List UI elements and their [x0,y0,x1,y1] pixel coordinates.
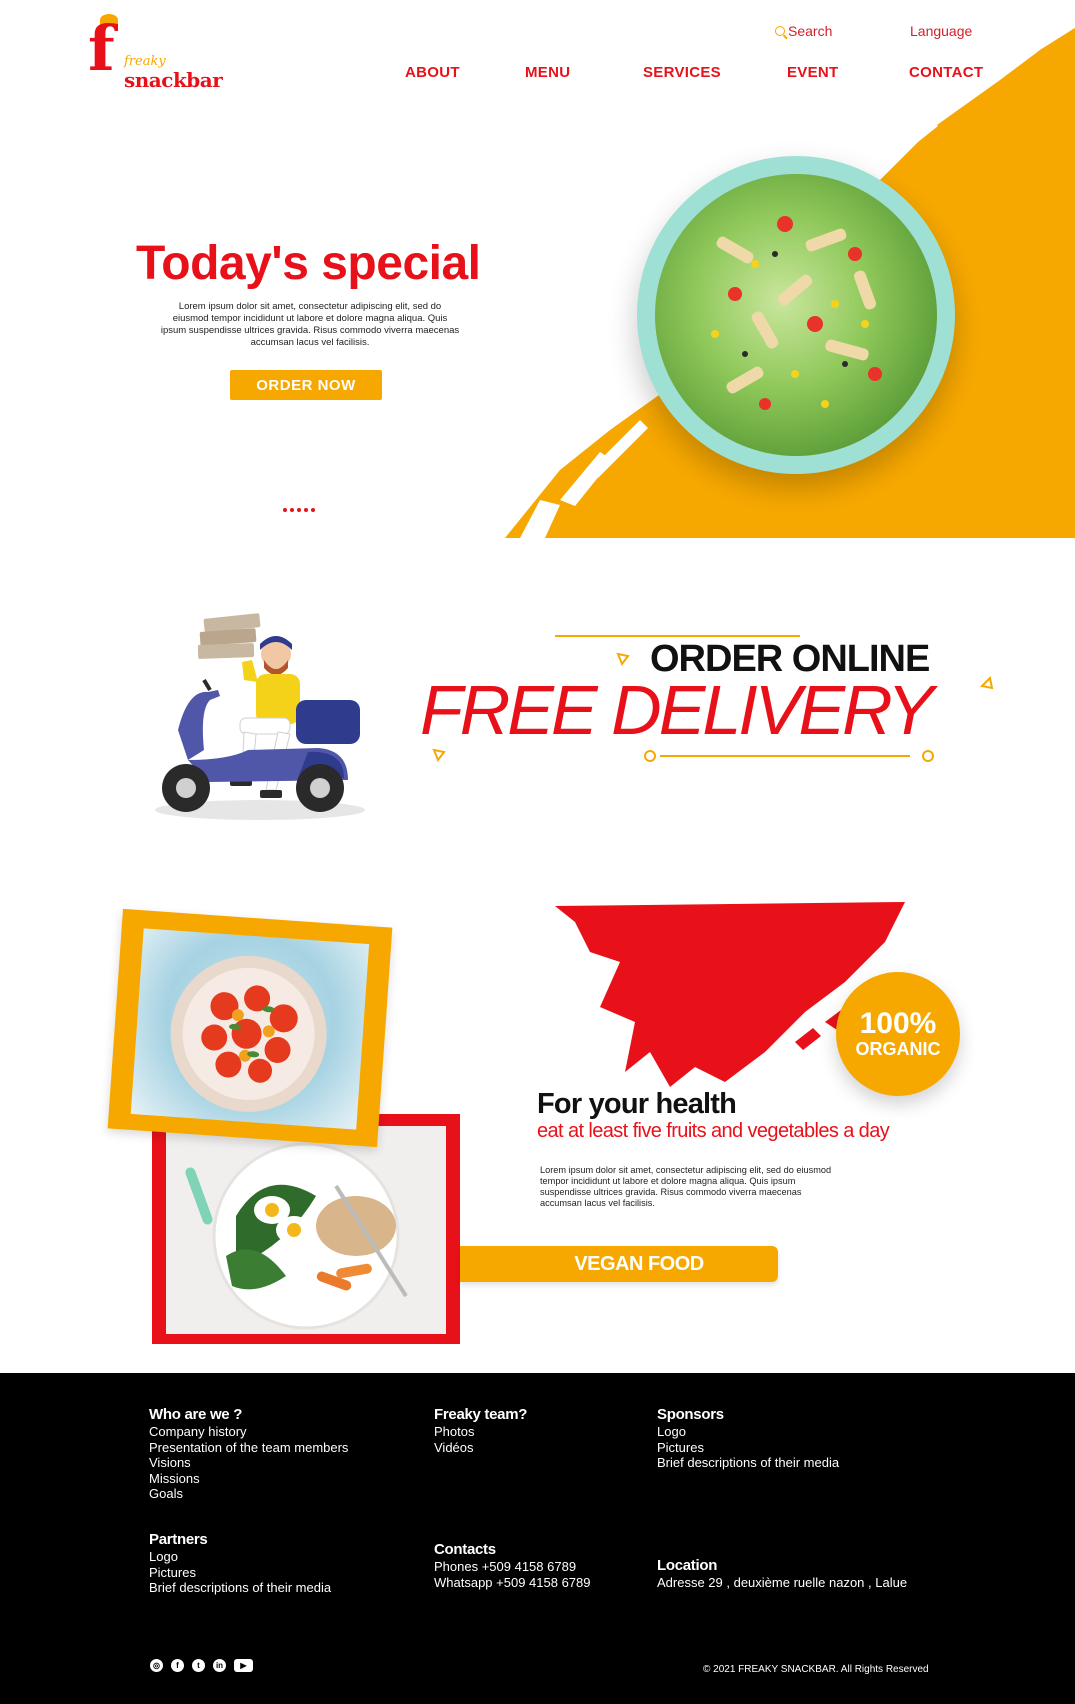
slider-dot[interactable] [304,508,308,512]
footer-heading: Freaky team? [434,1406,528,1423]
footer-col-contacts: Contacts Phones +509 4158 6789 Whatsapp … [434,1541,591,1590]
footer-heading: Partners [149,1531,208,1548]
social-links: ◎ f t in ▶ [150,1659,253,1672]
vegan-food-label: VEGAN FOOD [574,1252,704,1275]
order-now-button[interactable]: ORDER NOW [230,370,382,400]
nav-item-about[interactable]: ABOUT [405,64,460,81]
slider-dot[interactable] [297,508,301,512]
footer-link[interactable]: Company history [149,1424,348,1440]
language-selector[interactable]: Language [910,23,972,39]
footer-heading: Location [657,1557,718,1574]
salad-plate-image [637,156,955,474]
footer-link[interactable]: Pictures [149,1565,331,1581]
health-subtitle: eat at least five fruits and vegetables … [537,1120,890,1142]
nav-item-event[interactable]: EVENT [787,64,839,81]
footer-col-partners: Partners Logo Pictures Brief description… [149,1531,331,1596]
footer-phone[interactable]: Phones +509 4158 6789 [434,1559,591,1575]
delivery-scooter-illustration [155,613,365,820]
vegan-food-button[interactable]: VEGAN FOOD [460,1246,778,1282]
youtube-icon[interactable]: ▶ [234,1659,253,1672]
footer-col-location: Location Adresse 29 , deuxième ruelle na… [657,1557,907,1591]
footer-col-who-are-we: Who are we ? Company history Presentatio… [149,1406,348,1502]
site-header: f freaky snackbar Search Language ABOUT … [0,0,1075,110]
footer-link[interactable]: Goals [149,1486,348,1502]
footer-whatsapp[interactable]: Whatsapp +509 4158 6789 [434,1575,591,1591]
tomato-salad-image [130,928,370,1130]
footer-link[interactable]: Vidéos [434,1440,527,1456]
facebook-icon[interactable]: f [171,1659,184,1672]
slider-dot[interactable] [311,508,315,512]
footer-link[interactable]: Brief descriptions of their media [149,1580,331,1596]
site-footer: Who are we ? Company history Presentatio… [0,1373,1075,1704]
footer-heading: Contacts [434,1541,496,1558]
organic-badge: 100% ORGANIC [836,972,960,1096]
health-section: 100% ORGANIC For your health eat at leas… [0,890,1075,1370]
nav-item-services[interactable]: SERVICES [643,64,721,81]
footer-link[interactable]: Missions [149,1471,348,1487]
vegan-bowl-photo-frame [152,1114,460,1344]
footer-link[interactable]: Photos [434,1424,527,1440]
slider-dot[interactable] [283,508,287,512]
search-label: Search [788,23,833,39]
health-description: Lorem ipsum dolor sit amet, consectetur … [540,1165,832,1208]
hero-description: Lorem ipsum dolor sit amet, consectetur … [160,301,460,348]
badge-label: ORGANIC [855,1039,941,1059]
footer-link[interactable]: Brief descriptions of their media [657,1455,839,1471]
footer-link[interactable]: Visions [149,1455,348,1471]
instagram-icon[interactable]: ◎ [150,1659,163,1672]
free-delivery-heading: FREE DELIVERY [420,671,934,749]
search-icon [775,26,785,36]
linkedin-icon[interactable]: in [213,1659,226,1672]
footer-link[interactable]: Logo [149,1549,331,1565]
hero-title: Today's special [136,237,481,290]
tomato-salad-photo-frame [107,908,393,1148]
delivery-section: ORDER ONLINE FREE DELIVERY [0,570,1075,850]
hero-slider-dots [283,508,315,512]
vegan-bowl-image [166,1126,446,1334]
footer-heading: Who are we ? [149,1406,243,1423]
twitter-icon[interactable]: t [192,1659,205,1672]
slider-dot[interactable] [290,508,294,512]
footer-link[interactable]: Pictures [657,1440,839,1456]
nav-item-contact[interactable]: CONTACT [909,64,983,81]
footer-col-sponsors: Sponsors Logo Pictures Brief description… [657,1406,839,1471]
footer-col-freaky-team: Freaky team? Photos Vidéos [434,1406,527,1455]
health-title: For your health [537,1088,737,1120]
nav-item-menu[interactable]: MENU [525,64,570,81]
search-link[interactable]: Search [775,23,832,39]
footer-address: Adresse 29 , deuxième ruelle nazon , Lal… [657,1575,908,1590]
main-nav: ABOUT MENU SERVICES EVENT CONTACT [0,64,1075,86]
badge-percentage: 100% [859,1007,937,1040]
copyright-text: © 2021 FREAKY SNACKBAR. All Rights Reser… [703,1664,929,1675]
footer-link[interactable]: Logo [657,1424,839,1440]
footer-heading: Sponsors [657,1406,724,1423]
footer-link[interactable]: Presentation of the team members [149,1440,348,1456]
